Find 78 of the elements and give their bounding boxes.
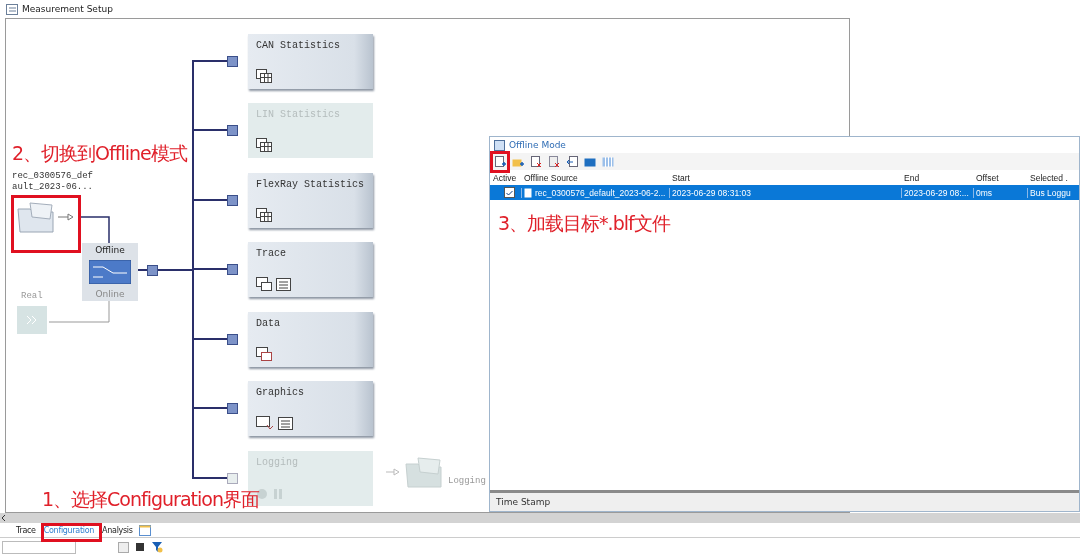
connector-line — [137, 269, 148, 271]
switch-icon — [89, 260, 131, 284]
active-checkbox[interactable] — [504, 187, 515, 198]
block-title: Graphics — [256, 387, 305, 398]
highlight-frame — [11, 195, 81, 253]
tab[interactable]: Trace — [14, 523, 38, 537]
filter-icon[interactable] — [151, 541, 163, 553]
graph-window-icon — [256, 416, 274, 430]
function-block[interactable]: Data — [248, 312, 373, 367]
function-block[interactable]: Graphics — [248, 381, 373, 436]
table-cell: 2023-06-29 08:... — [901, 187, 973, 198]
port-node — [227, 264, 238, 275]
chevrons-icon — [26, 315, 38, 325]
column-header[interactable]: Offline Source — [521, 172, 669, 183]
window-icon — [256, 347, 272, 361]
add-file-button[interactable] — [493, 154, 507, 169]
highlight-frame — [41, 523, 102, 542]
window-title: Offline Mode — [509, 140, 566, 150]
highlight-frame — [490, 151, 510, 173]
port-node — [227, 473, 238, 484]
scroll-left-icon[interactable] — [0, 514, 8, 522]
column-header[interactable]: Selected . — [1027, 172, 1079, 183]
switch-label: Online — [95, 289, 125, 299]
function-block[interactable]: FlexRay Statistics — [248, 173, 373, 228]
time-stamp-label: Time Stamp — [496, 497, 551, 507]
table-icon — [256, 69, 272, 83]
annotation-text: 3、加载目标*.blf文件 — [498, 211, 670, 236]
logging-output-label: Logging — [448, 476, 486, 487]
tab[interactable]: Analysis — [100, 523, 135, 537]
function-block[interactable]: CAN Statistics — [248, 34, 373, 89]
table-cell: rec_0300576_default_2023-06-2... — [521, 187, 669, 198]
notepad-icon — [278, 416, 293, 430]
port-node — [227, 334, 238, 345]
real-label: Real — [21, 291, 43, 302]
offline-online-switch[interactable]: Offline Online — [82, 243, 138, 301]
folder-icon — [404, 456, 444, 488]
port-node — [227, 56, 238, 67]
column-header[interactable]: End — [901, 172, 973, 183]
horizontal-scrollbar[interactable] — [0, 513, 1080, 523]
window-app-icon — [6, 3, 18, 15]
file-icon — [524, 187, 532, 198]
source-file-name: rec_0300576_def ault_2023-06... — [12, 171, 93, 193]
column-header[interactable]: Start — [669, 172, 901, 183]
remove-all-button[interactable] — [547, 154, 561, 169]
port-node — [227, 195, 238, 206]
block-title: FlexRay Statistics — [256, 179, 365, 190]
check-icon — [506, 189, 513, 196]
table-cell: Bus Loggu — [1027, 187, 1079, 198]
input-arrow-icon — [386, 468, 402, 476]
notepad-icon — [276, 277, 291, 291]
table-icon — [256, 138, 272, 152]
input-field[interactable] — [2, 540, 76, 554]
output-arrow-icon — [58, 213, 76, 221]
table-cell: 0ms — [973, 187, 1027, 198]
pause-icon — [272, 488, 284, 500]
remove-file-button[interactable] — [529, 154, 543, 169]
switch-label: Offline — [95, 245, 125, 255]
block-title: Trace — [256, 248, 287, 259]
port-node — [227, 125, 238, 136]
window-app-icon — [494, 139, 505, 151]
window-title: Measurement Setup — [22, 4, 113, 14]
port-node — [227, 403, 238, 414]
function-block[interactable]: Trace — [248, 242, 373, 297]
table-cell: 2023-06-29 08:31:03 — [669, 187, 901, 198]
column-header[interactable]: Active — [490, 172, 521, 183]
folder-icon — [16, 201, 56, 233]
column-header[interactable]: Offset — [973, 172, 1027, 183]
offline-source-row[interactable]: rec_0300576_default_2023-06-2... 2023-06-29 08:31:03 2023-06-29 08:... 0ms Bus Loggu — [490, 185, 1079, 200]
port-node — [147, 265, 158, 276]
stop-icon[interactable] — [135, 542, 145, 552]
replace-file-button[interactable] — [565, 154, 579, 169]
new-page-icon[interactable] — [138, 524, 151, 536]
table-icon — [256, 208, 272, 222]
window-icon — [256, 277, 272, 291]
block-title: Data — [256, 318, 281, 329]
connector-line — [80, 216, 110, 244]
block-title: CAN Statistics — [256, 40, 341, 51]
annotation-text: 2、切换到Offline模式 — [12, 141, 187, 166]
